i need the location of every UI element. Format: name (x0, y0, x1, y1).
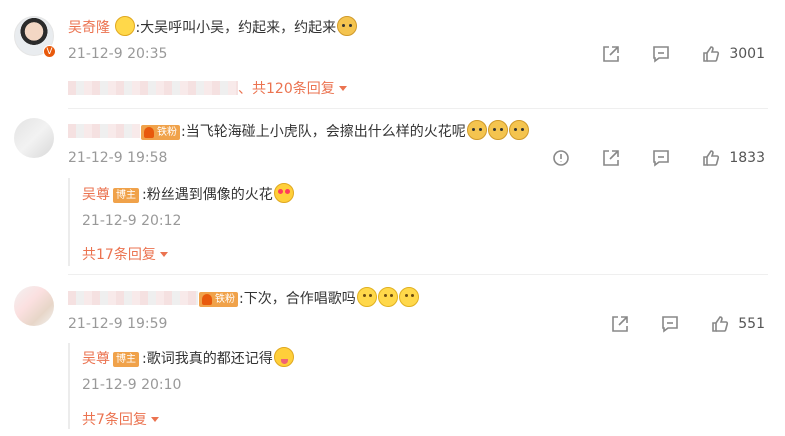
thumbs-up-icon (703, 150, 720, 166)
share-icon (612, 316, 629, 332)
like-count: 551 (738, 316, 765, 332)
comment-line: 吴奇隆 :大吴呼叫小吴，约起来，约起来 (68, 16, 358, 38)
heart-eyes-emoji-icon (273, 183, 294, 203)
more-replies-label: 共17条回复 (82, 247, 156, 263)
chevron-down-icon (159, 252, 168, 257)
like-count: 3001 (729, 46, 765, 62)
replies-summary-label: 、共120条回复 (238, 81, 335, 97)
action-bar: 551 (610, 313, 765, 335)
share-button[interactable] (601, 44, 621, 64)
timestamp: 21-12-9 19:59 (68, 316, 168, 332)
more-replies-link[interactable]: 共7条回复 (82, 410, 159, 430)
blogger-badge: 博主 (113, 188, 139, 203)
avatar[interactable] (14, 286, 54, 326)
crown-emoji-icon (115, 16, 136, 36)
timestamp: 21-12-9 19:58 (68, 150, 168, 166)
share-icon (603, 150, 620, 166)
thinking-emoji-icon (398, 287, 419, 307)
comment-button[interactable] (660, 314, 680, 334)
thinking-emoji-icon (356, 287, 377, 307)
reply-timestamp: 21-12-9 20:10 (82, 377, 182, 393)
avatar[interactable] (14, 118, 54, 158)
report-button[interactable] (551, 148, 571, 168)
masked-username (68, 124, 140, 138)
reply-author-name[interactable]: 吴尊 (82, 351, 110, 367)
like-button[interactable]: 3001 (701, 44, 765, 64)
masked-names (68, 81, 238, 95)
thumbs-up-icon (703, 46, 720, 62)
author-name[interactable]: 吴奇隆 (68, 20, 110, 36)
reply-line: 吴尊 博主:歌词我真的都还记得 (82, 347, 294, 369)
verified-icon: V (43, 45, 56, 58)
reply-timestamp: 21-12-9 20:12 (82, 213, 182, 229)
comment-line: 铁粉:下次，合作唱歌吗 (68, 287, 419, 309)
doge-emoji-icon (337, 16, 358, 36)
divider (68, 274, 768, 275)
more-replies-label: 共7条回复 (82, 412, 147, 428)
fan-badge: 铁粉 (141, 125, 180, 140)
action-bar: 1833 (551, 147, 765, 169)
reply-author-name[interactable]: 吴尊 (82, 187, 110, 203)
share-icon (603, 46, 620, 62)
share-button[interactable] (610, 314, 630, 334)
more-replies-link[interactable]: 共17条回复 (82, 245, 168, 265)
share-button[interactable] (601, 148, 621, 168)
divider (68, 108, 768, 109)
doge-emoji-icon (508, 120, 529, 140)
reply-text: :歌词我真的都还记得 (142, 351, 273, 367)
blogger-badge: 博主 (113, 352, 139, 367)
comment-icon (662, 316, 679, 333)
comment-text: :下次，合作唱歌吗 (239, 291, 356, 307)
masked-username (68, 291, 198, 305)
comment-line: 铁粉:当飞轮海碰上小虎队，会擦出什么样的火花呢 (68, 120, 529, 142)
fan-badge: 铁粉 (199, 292, 238, 307)
thumbs-up-icon (712, 316, 729, 332)
doge-emoji-icon (487, 120, 508, 140)
chevron-down-icon (338, 86, 347, 91)
like-button[interactable]: 1833 (701, 148, 765, 168)
like-button[interactable]: 551 (710, 314, 765, 334)
comment-button[interactable] (651, 148, 671, 168)
doge-emoji-icon (466, 120, 487, 140)
chevron-down-icon (150, 417, 159, 422)
comment-button[interactable] (651, 44, 671, 64)
comment-icon (653, 150, 670, 167)
comment-icon (653, 46, 670, 63)
timestamp: 21-12-9 20:35 (68, 46, 168, 62)
report-icon (553, 150, 570, 166)
reply-text: :粉丝遇到偶像的火花 (142, 187, 273, 203)
reply-line: 吴尊 博主:粉丝遇到偶像的火花 (82, 183, 294, 205)
thinking-emoji-icon (377, 287, 398, 307)
comment-text: :当飞轮海碰上小虎队，会擦出什么样的火花呢 (181, 124, 466, 140)
comment-text: :大吴呼叫小吴，约起来，约起来 (135, 20, 337, 36)
tongue-out-emoji-icon (273, 347, 294, 367)
replies-summary[interactable]: 、共120条回复 (68, 79, 347, 99)
like-count: 1833 (729, 150, 765, 166)
action-bar: 3001 (601, 43, 765, 65)
